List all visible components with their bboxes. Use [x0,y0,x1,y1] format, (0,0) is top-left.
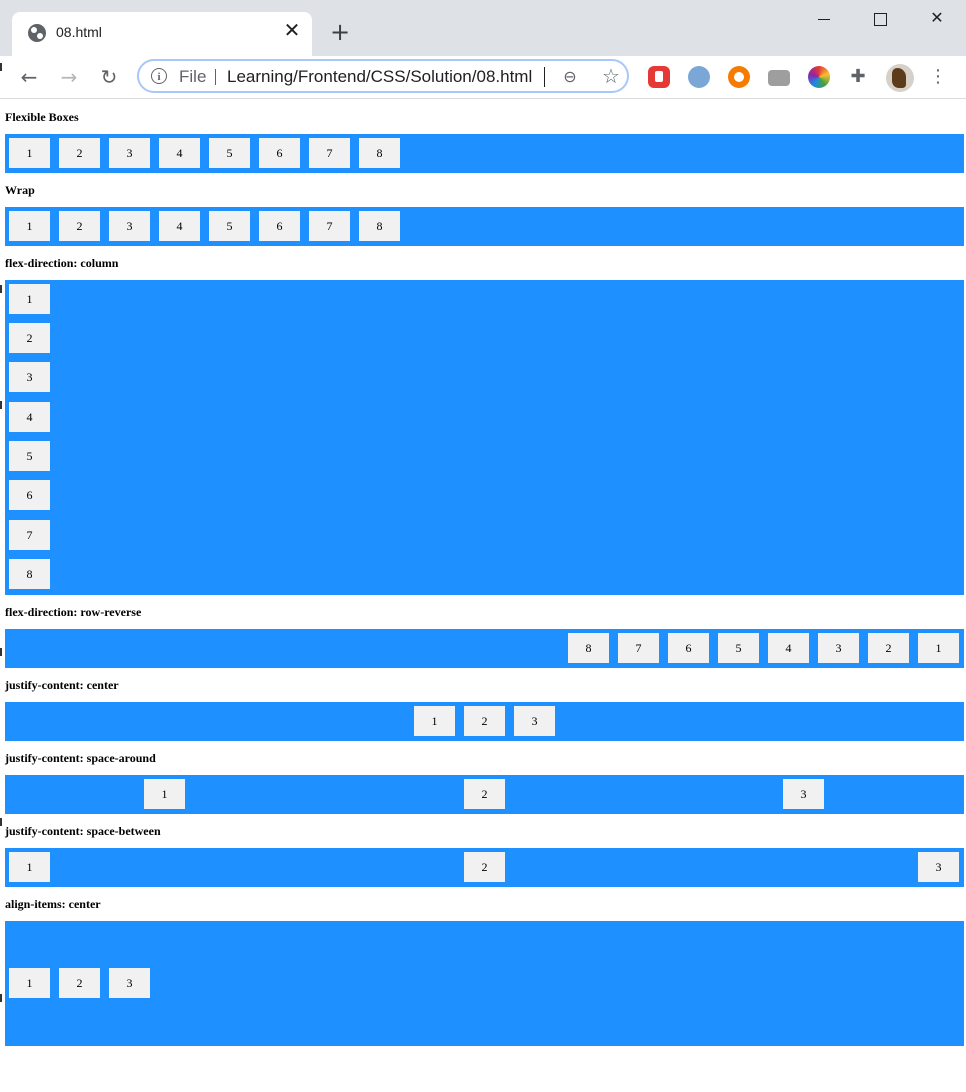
section-heading: align-items: center [5,897,101,911]
flex-item: 3 [109,138,150,168]
edge-mark [0,994,2,1002]
flex-item: 5 [209,211,250,241]
colorwheel-extension-icon[interactable] [808,66,830,88]
page-content: Flexible Boxes 1 2 3 4 5 6 7 8 Wrap 1 2 … [0,63,966,1092]
edge-mark [0,648,2,656]
flex-item: 1 [9,211,50,241]
edge-mark [0,818,2,826]
edge-mark [0,285,2,293]
flex-item: 3 [109,968,150,998]
window-close-icon[interactable]: ✕ [922,8,952,32]
section-heading: flex-direction: row-reverse [5,605,142,619]
flex-item: 2 [9,323,50,353]
tab-close-icon[interactable]: ✕ [282,20,302,40]
flex-item: 5 [718,633,759,663]
puzzle-extensions-icon[interactable]: ✚ [848,67,868,87]
flex-item: 1 [9,852,50,882]
flex-container: 1 2 3 [5,702,964,741]
flex-item: 2 [59,211,100,241]
flex-item: 8 [359,138,400,168]
flex-item: 7 [618,633,659,663]
flex-container: 1 2 3 4 5 6 7 8 [5,134,964,173]
orange-extension-icon[interactable] [728,66,750,88]
flex-container: 8 7 6 5 4 3 2 1 [5,629,964,668]
flex-item: 2 [59,968,100,998]
flex-item: 5 [209,138,250,168]
flex-item: 7 [9,520,50,550]
flex-item: 6 [259,138,300,168]
flex-item: 3 [783,779,824,809]
flex-item: 6 [259,211,300,241]
flex-item: 4 [159,138,200,168]
flex-container: 1 2 3 4 5 6 7 8 [5,207,964,246]
flex-item: 2 [464,852,505,882]
flex-item: 1 [9,138,50,168]
tab-title: 08.html [56,24,102,40]
camera-extension-icon[interactable] [768,70,790,86]
flex-item: 4 [159,211,200,241]
flex-item: 7 [309,211,350,241]
info-icon[interactable]: i [151,68,167,84]
flex-item: 1 [9,284,50,314]
flex-item: 3 [918,852,959,882]
file-label: File [179,67,207,86]
flex-item: 4 [768,633,809,663]
flex-item: 4 [9,402,50,432]
back-arrow-icon[interactable]: ← [16,64,42,90]
kebab-menu-icon[interactable]: ⋮ [928,66,948,88]
flex-item: 2 [868,633,909,663]
section-heading: flex-direction: column [5,256,119,270]
globe-icon [28,24,46,42]
forward-arrow-icon[interactable]: → [56,64,82,90]
flex-item: 1 [144,779,185,809]
reload-icon[interactable]: ↻ [96,64,122,90]
flex-item: 7 [309,138,350,168]
drop-extension-icon[interactable] [688,66,710,88]
edge-mark [0,63,2,71]
flex-item: 1 [9,968,50,998]
flex-item: 2 [464,779,505,809]
stop-extension-icon[interactable] [648,66,670,88]
flex-item: 1 [918,633,959,663]
section-heading: justify-content: space-around [5,751,156,765]
flex-item: 3 [514,706,555,736]
title-bar: 08.html ✕ + ✕ [0,0,966,56]
section-heading: justify-content: space-between [5,824,161,838]
minimize-icon[interactable] [810,8,840,32]
flex-container: 1 2 3 [5,921,964,1046]
section-heading: Wrap [5,183,35,197]
bookmark-star-icon[interactable]: ☆ [600,65,622,87]
flex-item: 8 [359,211,400,241]
flex-item: 2 [464,706,505,736]
flex-item: 2 [59,138,100,168]
address-separator [215,69,216,85]
new-tab-icon[interactable]: + [328,20,352,44]
flex-item: 8 [568,633,609,663]
flex-container: 1 2 3 [5,848,964,887]
flex-item: 6 [9,480,50,510]
section-heading: justify-content: center [5,678,119,692]
text-cursor [544,67,545,87]
flex-container: 1 2 3 4 5 6 7 8 [5,280,964,595]
edge-mark [0,401,2,409]
flex-item: 1 [414,706,455,736]
flex-item: 8 [9,559,50,589]
address-bar[interactable]: i File Learning/Frontend/CSS/Solution/08… [137,59,629,93]
maximize-icon[interactable] [866,8,896,32]
flex-item: 3 [818,633,859,663]
flex-item: 3 [109,211,150,241]
profile-avatar[interactable] [886,64,914,92]
section-heading: Flexible Boxes [5,110,79,124]
browser-tab[interactable]: 08.html ✕ [12,12,312,56]
url-text[interactable]: Learning/Frontend/CSS/Solution/08.html [227,67,532,87]
flex-item: 6 [668,633,709,663]
flex-item: 3 [9,362,50,392]
flex-container: 1 2 3 [5,775,964,814]
zoom-out-icon[interactable]: ⊖ [560,67,580,87]
flex-item: 5 [9,441,50,471]
